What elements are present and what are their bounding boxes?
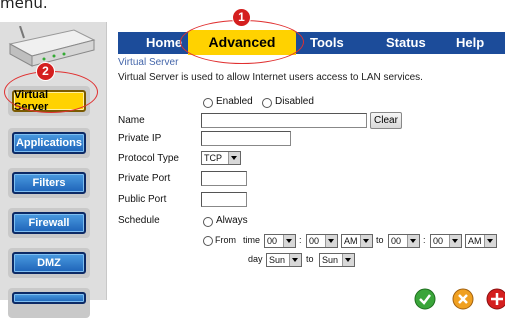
tab-status[interactable]: Status (386, 32, 426, 54)
enabled-radio[interactable] (203, 98, 213, 108)
always-label: Always (216, 215, 248, 226)
clear-button[interactable]: Clear (370, 112, 402, 129)
enabled-label: Enabled (216, 96, 253, 107)
to-ampm-select[interactable]: AM (465, 234, 497, 248)
tab-home[interactable]: Home (146, 32, 182, 54)
time-colon-2: : (423, 235, 426, 245)
help-icon[interactable] (486, 288, 505, 310)
instruction-caption: menu. (0, 0, 48, 12)
from-label: From (215, 235, 236, 245)
schedule-label: Schedule (118, 215, 160, 226)
sidebar-item-dmz[interactable]: DMZ (12, 252, 86, 274)
from-hour-select[interactable]: 00 (264, 234, 296, 248)
to-hour-select[interactable]: 00 (388, 234, 420, 248)
annotation-badge-2: 2 (36, 62, 55, 81)
day-label: day (248, 254, 263, 264)
cancel-icon[interactable] (452, 288, 474, 310)
to-label: to (376, 235, 384, 245)
apply-icon[interactable] (414, 288, 436, 310)
sidebar-item-firewall[interactable]: Firewall (12, 212, 86, 234)
disabled-label: Disabled (275, 96, 314, 107)
always-radio[interactable] (203, 217, 213, 227)
time-colon: : (299, 235, 302, 245)
router-device-icon (8, 26, 96, 67)
from-radio[interactable] (203, 236, 213, 246)
day-to-label: to (306, 254, 314, 264)
day-to-select[interactable]: Sun (319, 253, 355, 267)
public-port-label: Public Port (118, 194, 167, 205)
private-ip-field[interactable] (201, 131, 291, 146)
private-port-label: Private Port (118, 173, 171, 184)
from-ampm-select[interactable]: AM (341, 234, 373, 248)
section-description: Virtual Server is used to allow Internet… (118, 72, 423, 83)
sidebar-item-applications[interactable]: Applications (12, 132, 86, 154)
day-from-select[interactable]: Sun (266, 253, 302, 267)
name-label: Name (118, 115, 145, 126)
protocol-type-label: Protocol Type (118, 153, 179, 164)
public-port-field[interactable] (201, 192, 247, 207)
private-ip-label: Private IP (118, 133, 162, 144)
private-port-field[interactable] (201, 171, 247, 186)
tab-help[interactable]: Help (456, 32, 484, 54)
sidebar-item-more[interactable] (12, 292, 86, 304)
sidebar-item-filters[interactable]: Filters (12, 172, 86, 194)
tab-tools[interactable]: Tools (310, 32, 344, 54)
disabled-radio[interactable] (262, 98, 272, 108)
section-title: Virtual Server (118, 57, 179, 68)
from-minute-select[interactable]: 00 (306, 234, 338, 248)
to-minute-select[interactable]: 00 (430, 234, 462, 248)
time-label: time (243, 235, 261, 245)
annotation-badge-1: 1 (232, 8, 251, 27)
protocol-select[interactable]: TCP (201, 151, 241, 165)
tab-bar: Home Tools Status Help (118, 32, 505, 54)
sidebar: Virtual Server Applications Filters Fire… (0, 22, 107, 318)
name-field[interactable] (201, 113, 367, 128)
